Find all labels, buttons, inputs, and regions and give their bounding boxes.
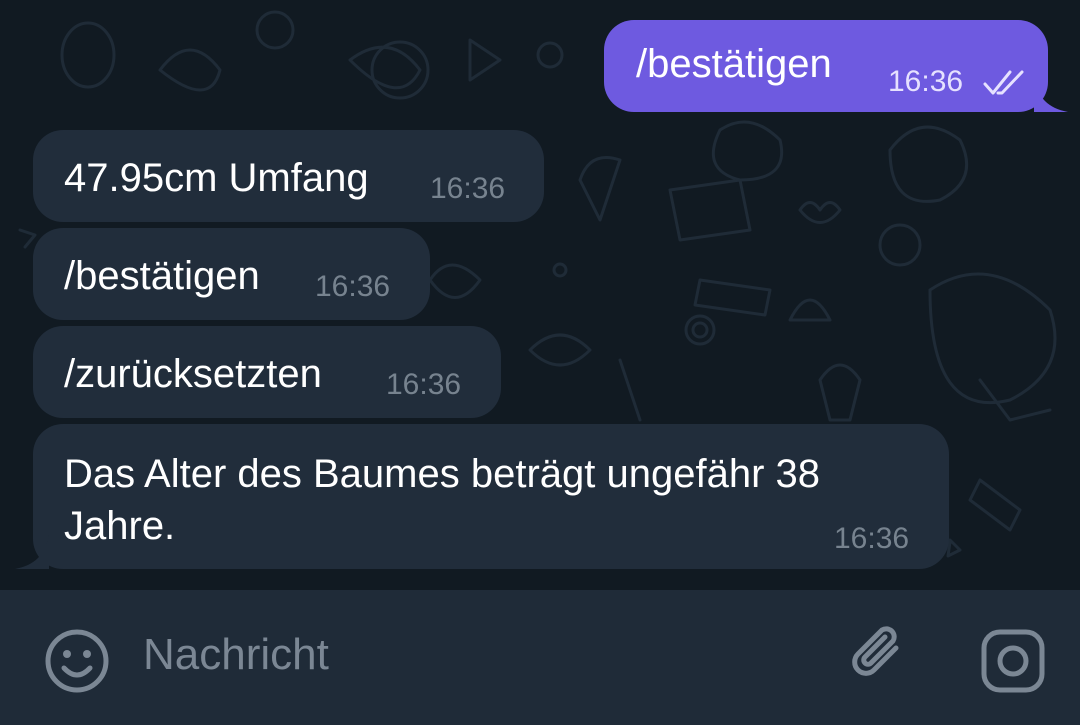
message-text-line-2: Jahre. bbox=[64, 504, 176, 548]
incoming-message[interactable]: /bestätigen 16:36 bbox=[33, 228, 430, 320]
message-time: 16:36 bbox=[430, 172, 506, 205]
bubble-tail bbox=[15, 535, 49, 569]
message-text: /bestätigen bbox=[636, 42, 832, 86]
message-time: 16:36 bbox=[386, 368, 462, 401]
message-time: 16:36 bbox=[888, 65, 964, 98]
message-text: /bestätigen bbox=[64, 254, 260, 298]
message-text: /zurücksetzten bbox=[64, 352, 322, 396]
message-text-line-1: Das Alter des Baumes beträgt ungefähr 38 bbox=[64, 452, 821, 496]
message-input[interactable]: Nachricht bbox=[143, 628, 329, 682]
bubble-tail bbox=[1034, 78, 1068, 112]
paperclip-icon[interactable] bbox=[846, 620, 912, 686]
outgoing-message[interactable]: /bestätigen 16:36 bbox=[604, 20, 1068, 112]
message-time: 16:36 bbox=[834, 522, 910, 555]
emoji-icon[interactable] bbox=[44, 628, 110, 694]
incoming-message[interactable]: 47.95cm Umfang 16:36 bbox=[33, 130, 544, 222]
message-time: 16:36 bbox=[315, 270, 391, 303]
camera-icon[interactable] bbox=[980, 628, 1046, 694]
incoming-message[interactable]: /zurücksetzten 16:36 bbox=[33, 326, 501, 418]
double-check-icon bbox=[983, 70, 1024, 95]
message-text: 47.95cm Umfang bbox=[64, 156, 369, 200]
chat-area[interactable]: /bestätigen 16:36 47.95cm Umfang 16:36 /… bbox=[0, 0, 1080, 590]
incoming-message[interactable]: Das Alter des Baumes beträgt ungefähr 38… bbox=[15, 424, 949, 569]
message-input-bar: Nachricht bbox=[0, 590, 1080, 725]
